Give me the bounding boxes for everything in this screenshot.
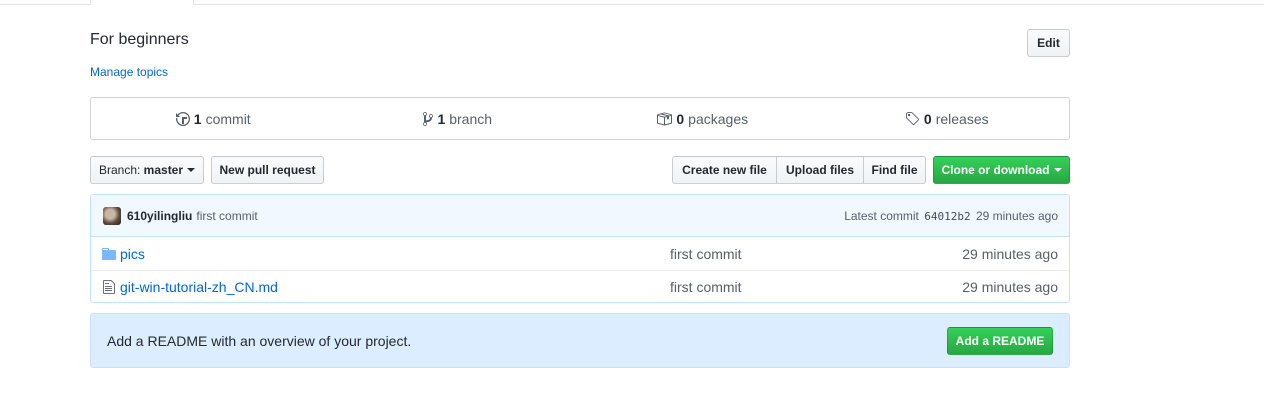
clone-or-download-button[interactable]: Clone or download [933,156,1070,184]
file-name-link[interactable]: git-win-tutorial-zh_CN.md [120,279,670,295]
readme-prompt-box: Add a README with an overview of your pr… [90,313,1070,368]
find-file-button[interactable]: Find file [863,156,926,184]
latest-commit-info: Latest commit 64012b2 29 minutes ago [844,209,1058,223]
repo-summary-bar: 1 commit 1 branch 0 packages 0 releases [90,97,1070,140]
readme-prompt-text: Add a README with an overview of your pr… [107,332,412,349]
manage-topics-link[interactable]: Manage topics [90,65,168,79]
package-label: packages [688,110,749,127]
file-commit-message-link[interactable]: first commit [670,246,870,262]
commit-label: commit [205,110,251,127]
caret-down-icon [1053,168,1062,172]
add-readme-button[interactable]: Add a README [947,326,1053,355]
table-row: pics first commit 29 minutes ago [91,237,1069,270]
create-new-file-button[interactable]: Create new file [672,156,777,184]
latest-commit-bar: 610yilingliu first commit Latest commit … [91,195,1069,237]
branch-name: master [143,163,184,177]
summary-packages[interactable]: 0 packages [580,98,825,139]
commit-age: 29 minutes ago [975,208,1058,223]
file-icon [101,279,117,295]
commit-author-link[interactable]: 610yilingliu [127,209,192,223]
latest-commit-prefix: Latest commit [844,208,919,223]
file-commit-message-link[interactable]: first commit [670,279,870,295]
summary-commits[interactable]: 1 commit [91,98,336,139]
package-count: 0 [676,110,685,127]
file-age: 29 minutes ago [962,245,1058,262]
commit-count: 1 [193,110,202,127]
release-label: releases [935,110,989,127]
summary-releases[interactable]: 0 releases [825,98,1070,139]
repo-description: For beginners [90,31,189,48]
branch-count: 1 [437,110,446,127]
file-browser: 610yilingliu first commit Latest commit … [90,194,1070,303]
commit-sha-link[interactable]: 64012b2 [924,210,970,223]
clone-label: Clone or download [941,163,1050,177]
file-actions-group: Create new file Upload files Find file [672,156,926,184]
edit-description-button[interactable]: Edit [1027,29,1070,57]
file-name-link[interactable]: pics [120,246,670,262]
summary-branches[interactable]: 1 branch [336,98,581,139]
avatar[interactable] [103,206,121,225]
upload-files-button[interactable]: Upload files [776,156,864,184]
branch-prefix: Branch: [98,163,141,177]
git-branch-icon [423,111,434,126]
branch-label: branch [449,110,493,127]
release-count: 0 [923,110,932,127]
package-icon [657,112,673,125]
file-age: 29 minutes ago [962,279,1058,295]
branch-select-button[interactable]: Branch: master [90,156,204,184]
new-pull-request-button[interactable]: New pull request [211,156,324,184]
caret-down-icon [187,168,196,172]
tag-icon [905,111,919,125]
folder-icon [101,246,117,262]
active-tab-stub [90,0,194,5]
commit-history-icon [175,111,190,126]
table-row: git-win-tutorial-zh_CN.md first commit 2… [91,270,1069,302]
commit-message-link[interactable]: first commit [196,209,257,223]
